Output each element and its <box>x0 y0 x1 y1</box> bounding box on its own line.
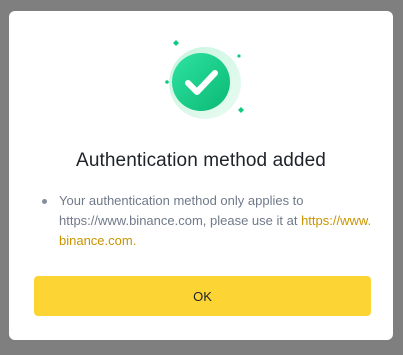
success-check-icon <box>157 39 253 135</box>
authentication-added-dialog: Authentication method added Your authent… <box>9 11 393 340</box>
notice-list: Your authentication method only applies … <box>37 191 373 251</box>
notice-item: Your authentication method only applies … <box>37 191 373 251</box>
bullet-dot-icon <box>42 199 47 204</box>
ok-button[interactable]: OK <box>34 276 371 316</box>
notice-text: Your authentication method only applies … <box>59 193 304 228</box>
dialog-title: Authentication method added <box>76 150 326 171</box>
